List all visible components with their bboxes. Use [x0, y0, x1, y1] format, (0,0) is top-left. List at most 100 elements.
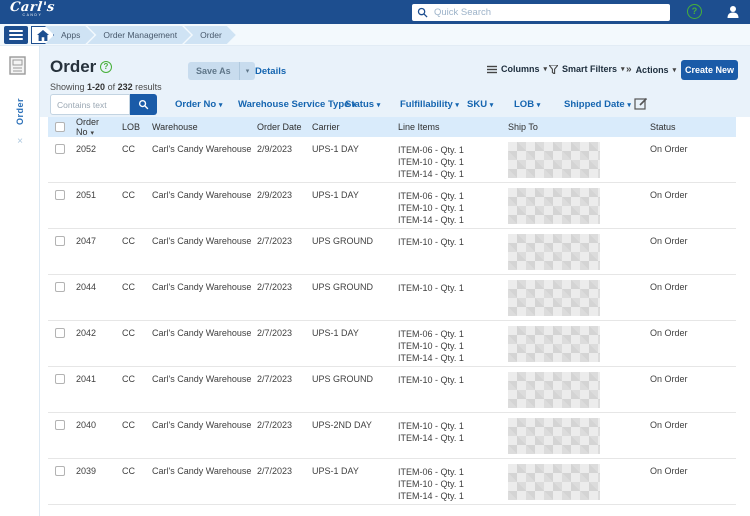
filter-sku[interactable]: SKU ▾: [467, 99, 493, 110]
cell-line-items: ITEM-10 - Qty. 1ITEM-14 - Qty. 1: [398, 420, 508, 458]
breadcrumb-order-management[interactable]: Order Management: [87, 26, 191, 44]
cell-order-date: 2/7/2023: [257, 374, 312, 412]
cell-order-date: 2/9/2023: [257, 190, 312, 228]
line-item: ITEM-14 - Qty. 1: [398, 432, 504, 444]
col-line-items[interactable]: Line Items: [398, 122, 508, 132]
save-as-button[interactable]: Save As: [188, 62, 240, 80]
cell-status: On Order: [650, 236, 736, 274]
chevron-down-icon: ▾: [627, 102, 631, 109]
breadcrumb-order[interactable]: Order: [184, 26, 236, 44]
cell-order-date: 2/7/2023: [257, 466, 312, 504]
col-warehouse[interactable]: Warehouse: [152, 122, 257, 132]
table-row[interactable]: 2047 CC Carl's Candy Warehouse 2/7/2023 …: [48, 229, 736, 275]
chevron-down-icon: ▾: [219, 102, 223, 109]
results-total: 232: [118, 82, 133, 92]
vertical-tab-label[interactable]: Order: [15, 98, 25, 125]
col-order-date[interactable]: Order Date: [257, 122, 312, 132]
col-order-no[interactable]: Order No▾: [76, 117, 122, 137]
select-all-checkbox[interactable]: [55, 122, 65, 132]
order-document-icon[interactable]: [9, 56, 26, 75]
cell-lob: CC: [122, 190, 152, 228]
cell-warehouse: Carl's Candy Warehouse: [152, 236, 257, 274]
filter-status[interactable]: Status ▾: [345, 99, 380, 110]
create-new-button[interactable]: Create New: [681, 60, 738, 80]
breadcrumb-apps[interactable]: Apps: [45, 26, 94, 44]
cell-line-items: ITEM-06 - Qty. 1ITEM-10 - Qty. 1ITEM-14 …: [398, 190, 508, 228]
help-icon[interactable]: ?: [687, 4, 702, 19]
cell-line-items: ITEM-10 - Qty. 1: [398, 282, 508, 320]
row-checkbox[interactable]: [55, 328, 65, 338]
cell-order-no: 2051: [76, 190, 122, 228]
user-icon[interactable]: [725, 4, 741, 20]
line-item: ITEM-10 - Qty. 1: [398, 420, 504, 432]
row-checkbox[interactable]: [55, 374, 65, 384]
filter-warehouse-service-type[interactable]: Warehouse Service Type ▾: [238, 99, 356, 110]
cell-ship-to: [508, 144, 650, 182]
row-checkbox[interactable]: [55, 144, 65, 154]
cell-warehouse: Carl's Candy Warehouse: [152, 466, 257, 504]
cell-order-no: 2039: [76, 466, 122, 504]
menu-icon[interactable]: [4, 26, 28, 44]
filter-search-button[interactable]: [130, 94, 157, 115]
line-item: ITEM-14 - Qty. 1: [398, 168, 504, 180]
row-checkbox[interactable]: [55, 190, 65, 200]
app-window: Carl's CANDY ? Apps Order Management: [0, 0, 750, 516]
cell-lob: CC: [122, 236, 152, 274]
cell-lob: CC: [122, 328, 152, 366]
table-header-row: Order No▾ LOB Warehouse Order Date Carri…: [48, 117, 736, 137]
cell-lob: CC: [122, 144, 152, 182]
col-ship-to[interactable]: Ship To: [508, 122, 650, 132]
filter-shipped-date[interactable]: Shipped Date ▾: [564, 99, 631, 110]
row-checkbox[interactable]: [55, 236, 65, 246]
row-checkbox[interactable]: [55, 282, 65, 292]
vertical-tab-order: Order ×: [0, 98, 40, 147]
save-as-caret-icon[interactable]: ▾: [240, 62, 256, 80]
col-lob[interactable]: LOB: [122, 122, 152, 132]
cell-order-date: 2/7/2023: [257, 328, 312, 366]
filter-label: Warehouse Service Type: [238, 99, 349, 110]
table-row[interactable]: 2040 CC Carl's Candy Warehouse 2/7/2023 …: [48, 413, 736, 459]
filter-order-no[interactable]: Order No ▾: [175, 99, 222, 110]
chevron-down-icon: ▾: [673, 66, 677, 74]
cell-carrier: UPS-1 DAY: [312, 190, 398, 228]
app-header: Carl's CANDY ?: [0, 0, 750, 24]
line-item: ITEM-10 - Qty. 1: [398, 340, 504, 352]
filter-fulfillability[interactable]: Fulfillability ▾: [400, 99, 459, 110]
cell-order-date: 2/9/2023: [257, 144, 312, 182]
table-row[interactable]: 2051 CC Carl's Candy Warehouse 2/9/2023 …: [48, 183, 736, 229]
cell-ship-to: [508, 374, 650, 412]
table-row[interactable]: 2042 CC Carl's Candy Warehouse 2/7/2023 …: [48, 321, 736, 367]
table-row[interactable]: 2041 CC Carl's Candy Warehouse 2/7/2023 …: [48, 367, 736, 413]
cell-carrier: UPS GROUND: [312, 236, 398, 274]
row-checkbox[interactable]: [55, 466, 65, 476]
ship-to-redacted: [508, 280, 600, 316]
table-body: 2052 CC Carl's Candy Warehouse 2/9/2023 …: [48, 137, 736, 505]
brand-name: Carl's: [9, 1, 55, 14]
smart-filters-label: Smart Filters: [562, 64, 617, 74]
quick-search-input[interactable]: [412, 4, 670, 21]
page-help-icon[interactable]: ?: [100, 61, 112, 73]
row-checkbox[interactable]: [55, 420, 65, 430]
filter-lob[interactable]: LOB ▾: [514, 99, 540, 110]
table-row[interactable]: 2044 CC Carl's Candy Warehouse 2/7/2023 …: [48, 275, 736, 321]
smart-filters-dropdown[interactable]: Smart Filters ▾: [549, 64, 625, 74]
col-status[interactable]: Status: [650, 122, 736, 132]
ship-to-redacted: [508, 372, 600, 408]
contains-text-input[interactable]: [50, 94, 130, 115]
results-summary: Showing 1-20 of 232 results: [50, 82, 162, 92]
cell-status: On Order: [650, 282, 736, 320]
cell-warehouse: Carl's Candy Warehouse: [152, 420, 257, 458]
cell-order-no: 2040: [76, 420, 122, 458]
cell-ship-to: [508, 466, 650, 504]
columns-dropdown[interactable]: Columns ▾: [487, 64, 547, 74]
ship-to-redacted: [508, 142, 600, 178]
col-carrier[interactable]: Carrier: [312, 122, 398, 132]
details-link[interactable]: Details: [255, 66, 286, 77]
save-as-split-button: Save As ▾: [188, 62, 255, 80]
edit-filters-icon[interactable]: [634, 97, 648, 111]
table-row[interactable]: 2039 CC Carl's Candy Warehouse 2/7/2023 …: [48, 459, 736, 505]
left-sidebar: Order ×: [0, 46, 40, 516]
table-row[interactable]: 2052 CC Carl's Candy Warehouse 2/9/2023 …: [48, 137, 736, 183]
actions-dropdown[interactable]: » Actions ▾: [626, 64, 676, 75]
close-icon[interactable]: ×: [0, 136, 40, 147]
